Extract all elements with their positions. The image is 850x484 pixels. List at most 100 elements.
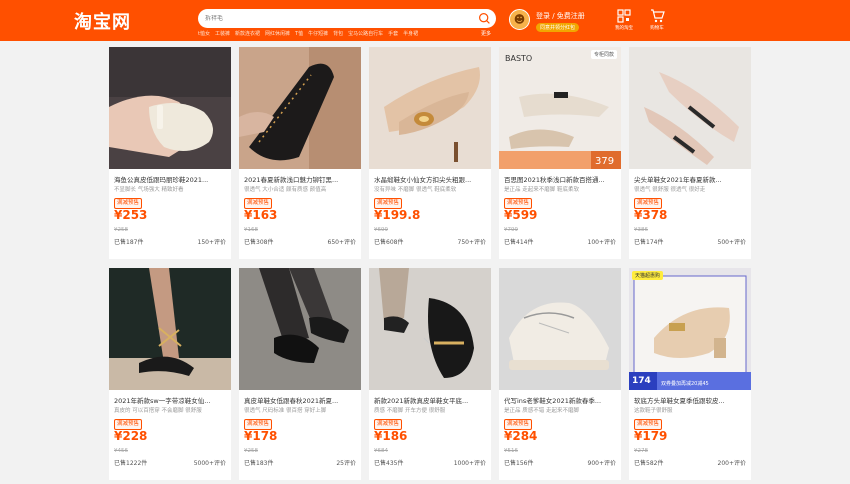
- product-title[interactable]: 水晶缎鞋女小仙女方扣尖头粗跟...: [374, 174, 488, 184]
- product-price: ¥599: [504, 208, 538, 222]
- search-icon[interactable]: [478, 12, 491, 25]
- product-tags: 是正品 走起来不磨脚 鞋底柔软: [504, 187, 579, 193]
- hotword-link[interactable]: 背包: [333, 30, 343, 37]
- search-input[interactable]: [198, 15, 468, 22]
- product-image[interactable]: BASTO 379 专柜同款: [499, 47, 621, 169]
- product-image[interactable]: [499, 268, 621, 390]
- product-image[interactable]: [109, 268, 231, 390]
- review-count: 1000+评价: [453, 460, 486, 467]
- top-header: 淘宝网 t恤女 工装裤 新款连衣裙 网红休闲裤 T恤 牛仔短裤 背包 宝马公路自…: [0, 0, 850, 41]
- product-card[interactable]: 天猫超惠购 174 双券叠加再减20减45 软底方头单鞋女夏季低跟软皮... 这…: [629, 268, 751, 480]
- product-image[interactable]: [629, 47, 751, 169]
- product-card[interactable]: 真皮单鞋女低跟春秋2021新夏... 很透气 尺码标准 很百搭 穿好上脚 满减预…: [239, 268, 361, 480]
- product-title[interactable]: 百思图2021秋季浅口新款百搭通...: [504, 174, 618, 184]
- product-price: ¥378: [634, 208, 668, 222]
- product-badge: 专柜同款: [590, 50, 617, 59]
- product-image[interactable]: [109, 47, 231, 169]
- cart-nav[interactable]: 购物车: [643, 9, 671, 31]
- hotword-link[interactable]: 宝马公路自行车: [348, 30, 383, 37]
- product-card[interactable]: 水晶缎鞋女小仙女方扣尖头粗跟... 没有异味 不磨脚 很透气 鞋底柔软 满减预售…: [369, 47, 491, 259]
- product-image[interactable]: [239, 268, 361, 390]
- user-area: ☻ 登录 / 免费注册 同意并领分红包: [509, 9, 601, 35]
- hotword-link[interactable]: 网红休闲裤: [265, 30, 290, 37]
- product-price: ¥163: [244, 208, 278, 222]
- original-price: ¥258: [244, 448, 258, 454]
- product-card[interactable]: 海鱼公真皮低跟玛丽珍鞋2021... 不显脚长 气场强大 精致好看 满减预售 ¥…: [109, 47, 231, 259]
- product-title[interactable]: 2021年新款sw一字带凉鞋女仙...: [114, 395, 228, 405]
- product-title[interactable]: 海鱼公真皮低跟玛丽珍鞋2021...: [114, 174, 228, 184]
- my-taobao-nav[interactable]: 我的淘宝: [610, 9, 638, 31]
- product-card[interactable]: BASTO 379 专柜同款 百思图2021秋季浅口新款百搭通... 是正品 走…: [499, 47, 621, 259]
- product-tags: 不显脚长 气场强大 精致好看: [114, 187, 184, 193]
- product-price: ¥199.8: [374, 208, 421, 222]
- avatar[interactable]: ☻: [509, 9, 530, 30]
- product-tags: 质感 不磨脚 开车方便 很舒服: [374, 408, 446, 414]
- svg-text:BASTO: BASTO: [505, 54, 532, 63]
- product-title[interactable]: 尖头单鞋女2021年春夏新款...: [634, 174, 748, 184]
- sold-count: 已售183件: [244, 460, 274, 467]
- overlay-coupon-text: 双券叠加再减20减45: [661, 381, 709, 387]
- hotword-link[interactable]: 新款连衣裙: [235, 30, 260, 37]
- original-price: ¥278: [634, 448, 648, 454]
- product-title[interactable]: 软底方头单鞋女夏季低跟软皮...: [634, 395, 748, 405]
- original-price: ¥168: [244, 227, 258, 233]
- sold-count: 已售174件: [634, 239, 664, 246]
- hotword-link[interactable]: 工装裤: [215, 30, 230, 37]
- product-card[interactable]: 2021年新款sw一字带凉鞋女仙... 真皮的 可以百搭穿 不会磨脚 很舒服 满…: [109, 268, 231, 480]
- taobao-logo[interactable]: 淘宝网: [74, 8, 131, 34]
- sold-count: 已售156件: [504, 460, 534, 467]
- product-tags: 真皮的 可以百搭穿 不会磨脚 很舒服: [114, 408, 202, 414]
- product-title[interactable]: 真皮单鞋女低跟春秋2021新夏...: [244, 395, 358, 405]
- product-price: ¥228: [114, 429, 148, 443]
- cart-label: 购物车: [650, 26, 664, 31]
- product-card[interactable]: 2021春夏新款浅口魅力铆钉黑... 很透气 大小合适 颇有质感 颜值高 满减预…: [239, 47, 361, 259]
- review-count: 25评价: [336, 460, 356, 467]
- tmall-badge: 天猫超惠购: [632, 271, 664, 280]
- product-title[interactable]: 代写ins老爹鞋女2021新款春季...: [504, 395, 618, 405]
- sold-count: 已售308件: [244, 239, 274, 246]
- hotword-link[interactable]: 半身裙: [403, 30, 418, 37]
- overlay-price: 174: [632, 376, 651, 386]
- original-price: ¥799: [504, 227, 518, 233]
- original-price: ¥699: [374, 227, 388, 233]
- qr-icon: [617, 9, 631, 23]
- hotword-more-link[interactable]: 更多: [481, 30, 491, 37]
- product-price: ¥186: [374, 429, 408, 443]
- product-tags: 是正品 质感不错 走起来不磨脚: [504, 408, 579, 414]
- sold-count: 已售582件: [634, 460, 664, 467]
- my-taobao-label: 我的淘宝: [615, 26, 633, 31]
- product-price: ¥178: [244, 429, 278, 443]
- product-card[interactable]: 新款2021新款真皮单鞋女平底... 质感 不磨脚 开车方便 很舒服 满减预售 …: [369, 268, 491, 480]
- product-price: ¥253: [114, 208, 148, 222]
- product-price: ¥284: [504, 429, 538, 443]
- hotword-link[interactable]: t恤女: [198, 30, 210, 37]
- login-promo-badge[interactable]: 同意并领分红包: [536, 23, 580, 32]
- review-count: 650+评价: [327, 239, 356, 246]
- product-card[interactable]: 尖头单鞋女2021年春夏新款... 很透气 很舒服 很透气 很好走 满减预售 ¥…: [629, 47, 751, 259]
- hotword-link[interactable]: T恤: [295, 30, 303, 37]
- sold-count: 已售414件: [504, 239, 534, 246]
- sold-count: 已售1222件: [114, 460, 148, 467]
- product-image[interactable]: [239, 47, 361, 169]
- product-card[interactable]: 代写ins老爹鞋女2021新款春季... 是正品 质感不错 走起来不磨脚 满减预…: [499, 268, 621, 480]
- product-image[interactable]: [369, 268, 491, 390]
- login-link[interactable]: 登录 / 免费注册: [536, 11, 585, 21]
- cart-icon: [650, 9, 665, 23]
- product-tags: 很透气 尺码标准 很百搭 穿好上脚: [244, 408, 327, 414]
- product-price: ¥179: [634, 429, 668, 443]
- hotword-link[interactable]: 手套: [388, 30, 398, 37]
- review-count: 200+评价: [717, 460, 746, 467]
- product-image[interactable]: 天猫超惠购 174 双券叠加再减20减45: [629, 268, 751, 390]
- original-price: ¥258: [114, 227, 128, 233]
- review-count: 150+评价: [197, 239, 226, 246]
- product-image[interactable]: [369, 47, 491, 169]
- product-title[interactable]: 新款2021新款真皮单鞋女平底...: [374, 395, 488, 405]
- search-box[interactable]: [198, 9, 496, 28]
- original-price: ¥516: [504, 448, 518, 454]
- product-tags: 很透气 大小合适 颇有质感 颜值高: [244, 187, 327, 193]
- product-tags: 很透气 很舒服 很透气 很好走: [634, 187, 706, 193]
- hotword-link[interactable]: 牛仔短裤: [308, 30, 328, 37]
- original-price: ¥684: [374, 448, 388, 454]
- review-count: 900+评价: [587, 460, 616, 467]
- product-title[interactable]: 2021春夏新款浅口魅力铆钉黑...: [244, 174, 358, 184]
